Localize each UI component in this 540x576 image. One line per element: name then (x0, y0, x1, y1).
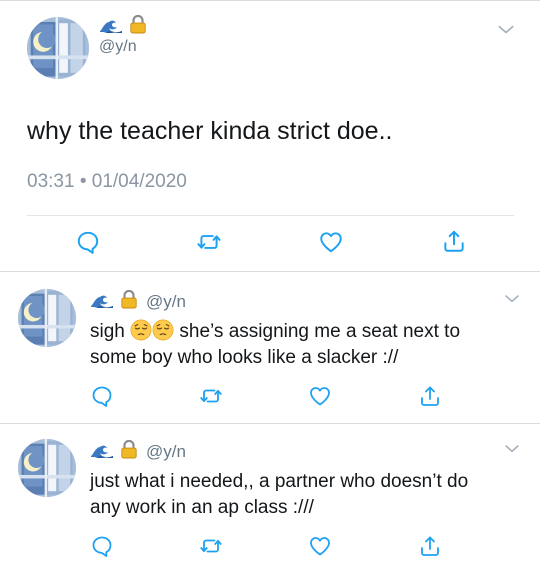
wave-icon (90, 439, 114, 464)
lock-icon (120, 289, 138, 314)
wave-icon (99, 14, 123, 39)
author-header: @y/n (90, 439, 186, 464)
retweet-icon[interactable] (195, 229, 223, 260)
like-icon[interactable] (308, 384, 332, 413)
avatar[interactable] (27, 17, 89, 79)
pensive-face-icon (152, 319, 174, 341)
top-divider (0, 0, 540, 1)
lock-icon (129, 14, 147, 39)
chevron-down-icon[interactable] (494, 20, 518, 45)
meta-separator: • (79, 171, 87, 192)
reply-icon[interactable] (90, 384, 114, 413)
share-icon[interactable] (418, 384, 442, 413)
author-header: @y/n (90, 289, 186, 314)
chevron-down-icon[interactable] (502, 290, 522, 313)
lock-icon (120, 439, 138, 464)
tweet-line-1: just what i needed,, a partner who doesn… (90, 471, 469, 492)
author-handle[interactable]: @y/n (146, 442, 186, 462)
tweet-line: sigh she’s assigning me a seat next to (90, 319, 460, 345)
avatar[interactable] (18, 289, 76, 347)
tweet-line-1: she’s assigning me a seat next to (179, 321, 461, 342)
tweet-text: sigh she’s assigning me a seat next to s… (90, 319, 460, 371)
tweet-text: why the teacher kinda strict doe.. (27, 117, 393, 145)
like-icon[interactable] (318, 229, 344, 260)
share-icon[interactable] (418, 534, 442, 563)
author-handle[interactable]: @y/n (146, 292, 186, 312)
tweet-timestamp[interactable]: 03:31 • 01/04/2020 (27, 171, 187, 193)
retweet-icon[interactable] (198, 534, 224, 563)
tweet-line-2: some boy who looks like a slacker :// (90, 347, 399, 368)
author-handle[interactable]: @y/n (99, 38, 137, 56)
reply-icon[interactable] (90, 534, 114, 563)
avatar[interactable] (18, 439, 76, 497)
tweet-line-2: any work in an ap class :/// (90, 497, 314, 518)
like-icon[interactable] (308, 534, 332, 563)
section-divider (0, 423, 540, 424)
tweet-text: just what i needed,, a partner who doesn… (90, 469, 468, 521)
tweet-date: 01/04/2020 (91, 171, 187, 192)
share-icon[interactable] (441, 228, 467, 259)
wave-icon (90, 289, 114, 314)
author-badges (99, 14, 147, 39)
section-divider (0, 271, 540, 272)
tweet-divider (27, 215, 514, 216)
retweet-icon[interactable] (198, 384, 224, 413)
tweet-time: 03:31 (27, 171, 75, 192)
reply-icon[interactable] (75, 229, 101, 260)
tweet-word: sigh (90, 321, 125, 342)
pensive-face-icon (130, 319, 152, 341)
chevron-down-icon[interactable] (502, 440, 522, 463)
